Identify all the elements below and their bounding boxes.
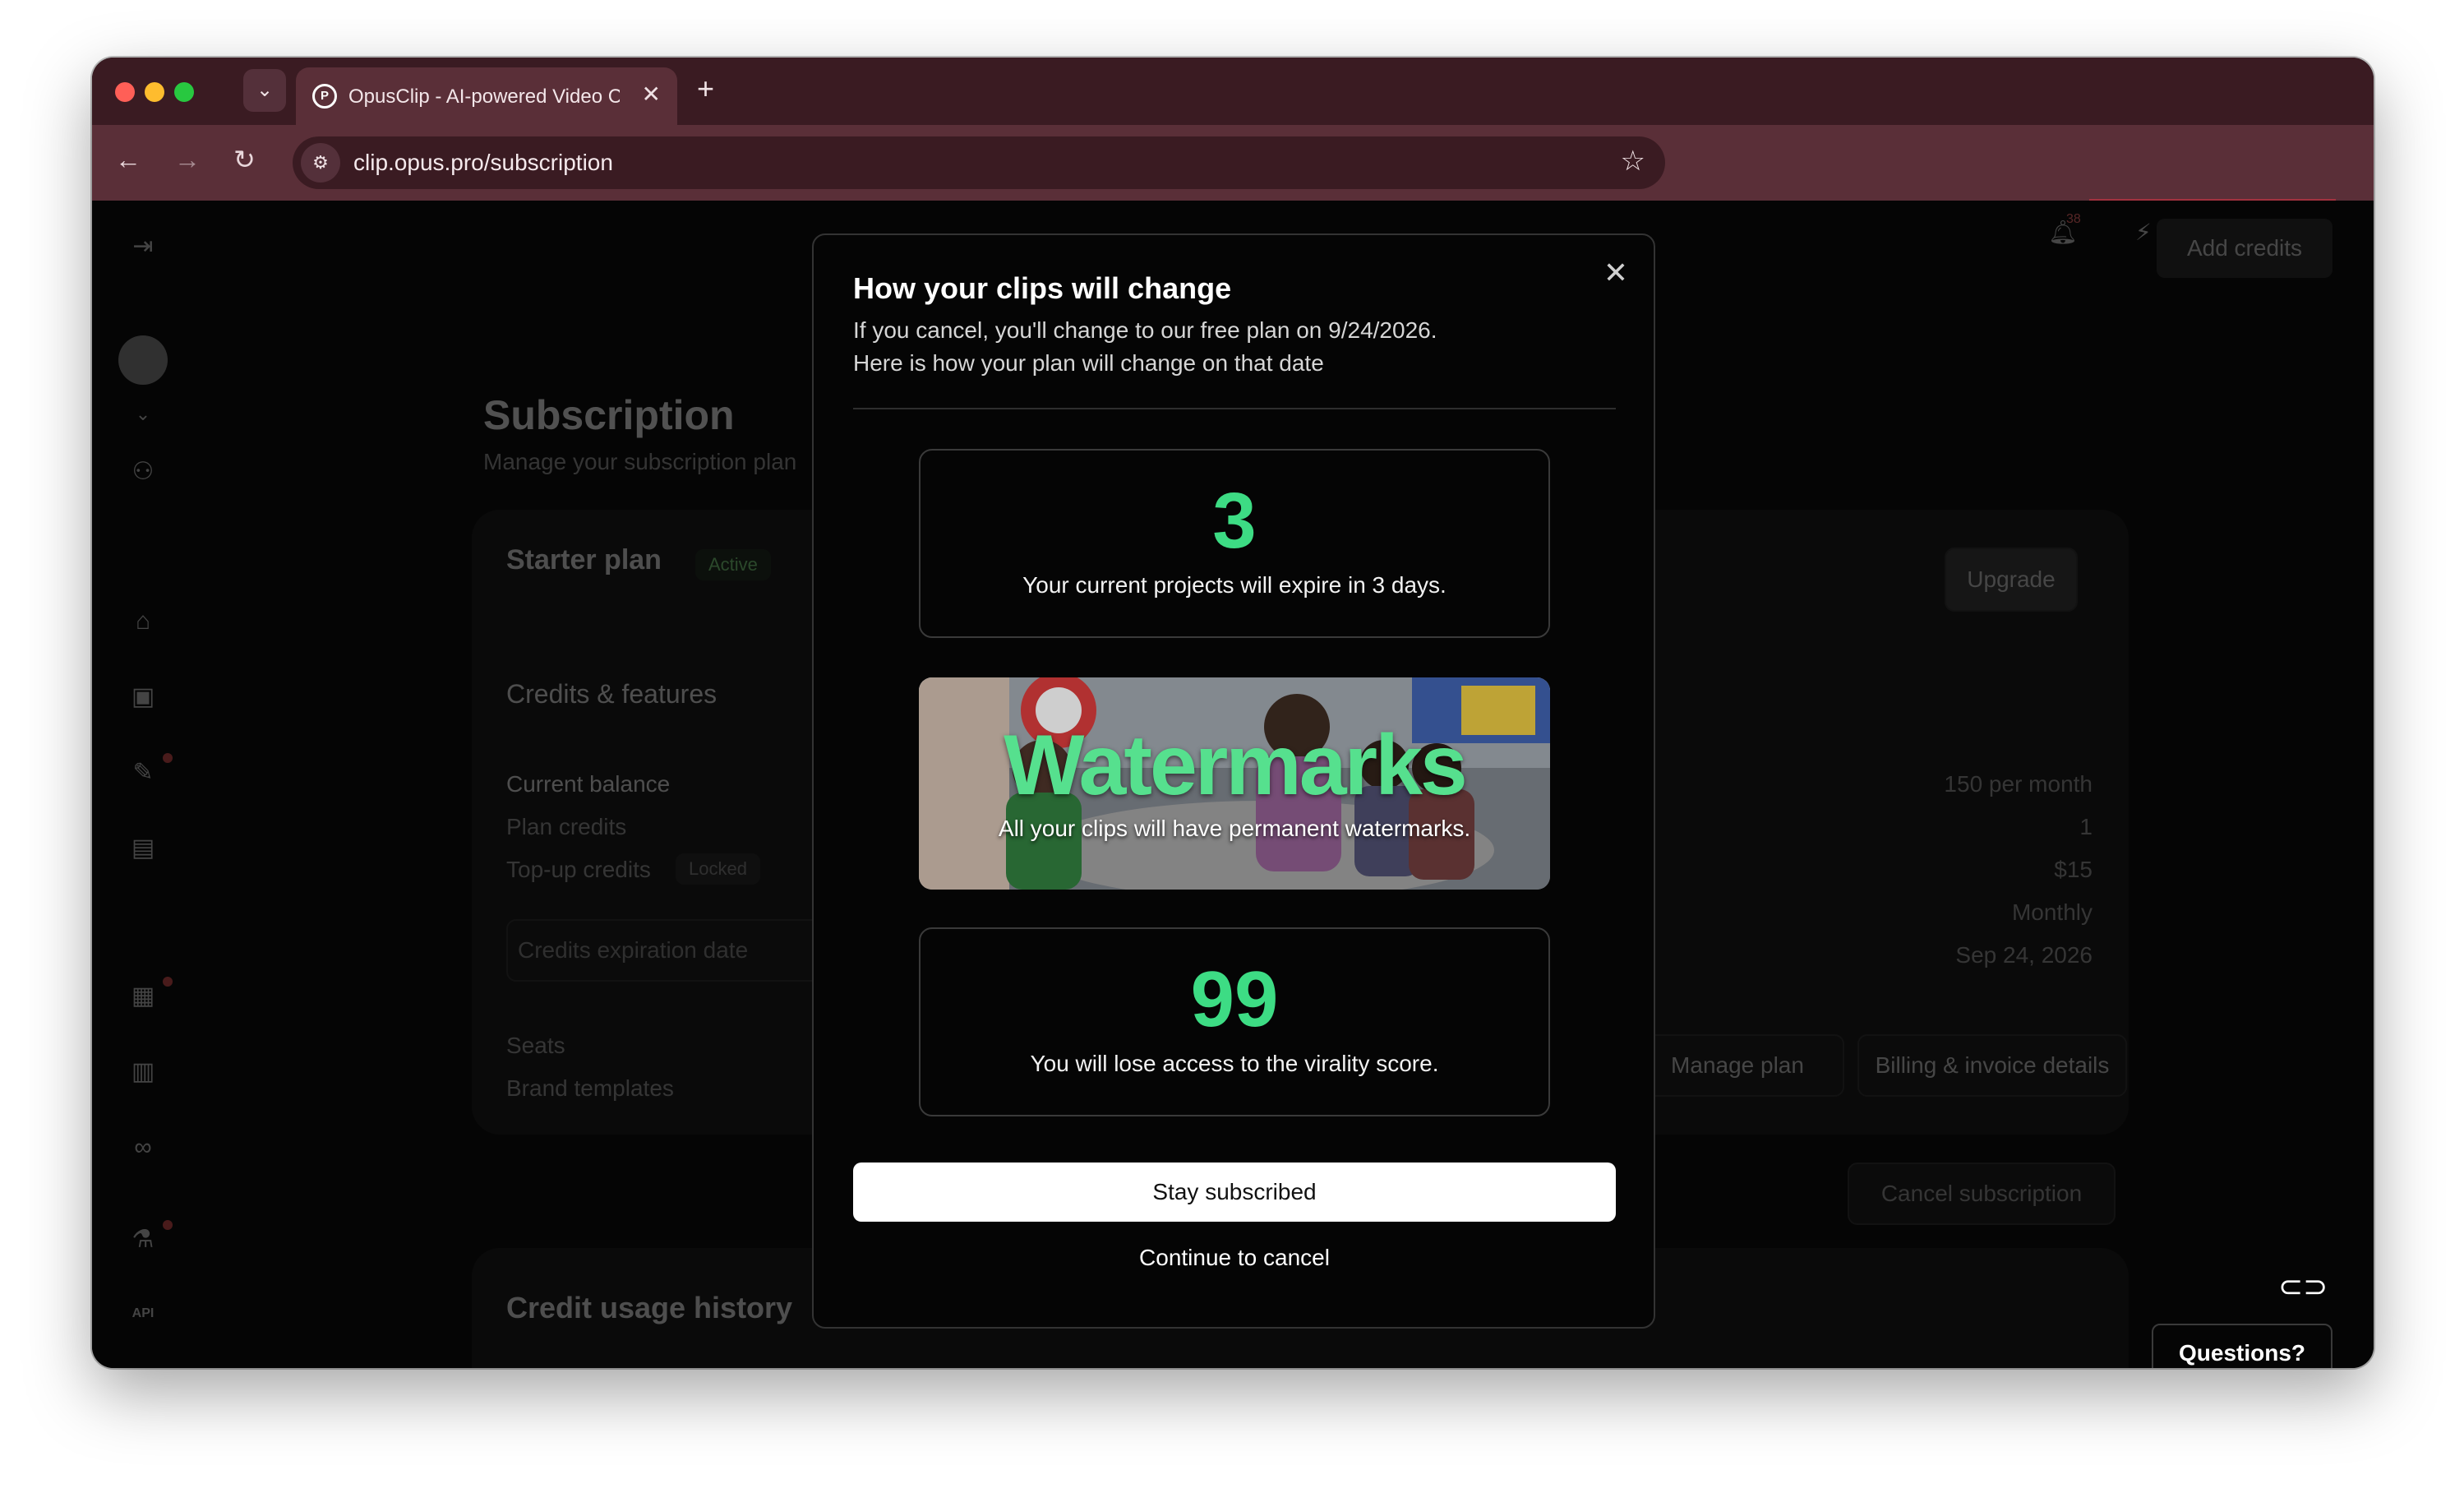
modal-description-line: If you cancel, you'll change to our free… [853, 317, 1437, 343]
forward-arrow-icon[interactable]: → [174, 143, 201, 176]
stay-subscribed-button[interactable]: Stay subscribed [853, 1163, 1616, 1222]
row-value: Sep 24, 2026 [1955, 942, 2093, 968]
expire-days-number: 3 [1212, 477, 1257, 565]
add-credits-button[interactable]: Add credits [2157, 219, 2332, 278]
url-text[interactable]: clip.opus.pro/subscription [353, 150, 613, 176]
cancel-subscription-button[interactable]: Cancel subscription [1848, 1163, 2116, 1225]
maximize-window-button[interactable] [174, 82, 194, 102]
avatar[interactable] [118, 335, 168, 385]
cancel-modal: How your clips will change If you cancel… [812, 233, 1655, 1329]
browser-toolbar: ← → ↻ ⚙ clip.opus.pro/subscription ☆ [92, 125, 2374, 201]
virality-number: 99 [1190, 955, 1279, 1043]
locked-badge: Locked [676, 853, 760, 885]
api-icon[interactable]: API [125, 1296, 161, 1332]
notification-count: 38 [2066, 212, 2081, 226]
browser-tab[interactable]: P OpusClip - AI-powered Video Clipping ✕ [296, 67, 677, 125]
link-icon[interactable]: ⊂⊃ [2278, 1269, 2328, 1304]
reload-icon[interactable]: ↻ [233, 143, 256, 176]
row-label: Brand templates [506, 1075, 674, 1101]
close-window-button[interactable] [115, 82, 135, 102]
close-tab-icon[interactable]: ✕ [642, 81, 661, 108]
manage-plan-button[interactable]: Manage plan [1631, 1034, 1844, 1097]
analytics-icon[interactable]: ▥ [125, 1054, 161, 1090]
tab-strip: ⌄ P OpusClip - AI-powered Video Clipping… [92, 58, 2374, 125]
projects-expire-card: 3 Your current projects will expire in 3… [919, 449, 1550, 638]
back-arrow-icon[interactable]: ← [115, 143, 141, 176]
app-content: ⇥ ⌄ ⚇ ⌂ ▣ ✎ ▤ ▦ ▥ ∞ ⚗ API 🔔︎ 38 ⚡︎ 234 [92, 201, 2374, 1368]
site-settings-icon[interactable]: ⚙ [301, 143, 340, 183]
questions-button[interactable]: Questions? [2152, 1324, 2332, 1368]
close-icon[interactable]: ✕ [1598, 255, 1634, 291]
watermarks-caption: All your clips will have permanent water… [998, 816, 1471, 841]
usage-title: Credit usage history [506, 1291, 793, 1324]
folder-icon[interactable]: ▤ [125, 830, 161, 867]
tab-search-dropdown[interactable]: ⌄ [243, 69, 286, 112]
page-title: Subscription [483, 392, 735, 438]
sidebar: ⇥ ⌄ ⚇ ⌂ ▣ ✎ ▤ ▦ ▥ ∞ ⚗ API [108, 212, 178, 1368]
home-icon[interactable]: ⌂ [125, 603, 161, 640]
row-value: 150 per month [1944, 771, 2093, 797]
virality-caption: You will lose access to the virality sco… [1030, 1051, 1439, 1076]
row-label: Current balance [506, 771, 671, 797]
expand-sidebar-icon[interactable]: ⇥ [125, 229, 161, 265]
add-user-icon[interactable]: ⚇ [125, 454, 161, 490]
notification-dot [163, 977, 173, 987]
link-icon[interactable]: ∞ [125, 1130, 161, 1166]
row-value: $15 [2054, 857, 2093, 882]
editor-icon[interactable]: ✎ [125, 755, 161, 791]
notification-dot [163, 1220, 173, 1230]
divider [853, 408, 1616, 409]
virality-score-card: 99 You will lose access to the virality … [919, 927, 1550, 1116]
chevron-down-icon[interactable]: ⌄ [125, 396, 161, 432]
tab-title: OpusClip - AI-powered Video Clipping [348, 86, 620, 108]
calendar-icon[interactable]: ▦ [125, 978, 161, 1015]
browser-window: ⌄ P OpusClip - AI-powered Video Clipping… [92, 58, 2374, 1368]
chevron-down-icon: ⌄ [256, 79, 274, 101]
watermarks-card: Watermarks All your clips will have perm… [919, 677, 1550, 890]
status-badge: Active [695, 549, 771, 580]
page-subtitle: Manage your subscription plan [483, 449, 797, 474]
watermarks-title: Watermarks [1004, 718, 1468, 813]
row-label: Plan credits [506, 814, 627, 839]
row-value: Monthly [2011, 899, 2093, 925]
modal-description-line: Here is how your plan will change on tha… [853, 350, 1324, 376]
bookmark-star-icon[interactable]: ☆ [1621, 145, 1645, 178]
row-label: Seats [506, 1033, 565, 1058]
opusclip-favicon-icon: P [312, 84, 337, 109]
projects-icon[interactable]: ▣ [125, 679, 161, 715]
minimize-window-button[interactable] [145, 82, 164, 102]
row-value: 1 [2079, 814, 2093, 839]
modal-title: How your clips will change [853, 271, 1232, 305]
row-label: Top-up credits [506, 857, 651, 882]
address-bar[interactable]: ⚙ clip.opus.pro/subscription ☆ [293, 136, 1665, 189]
continue-to-cancel-button[interactable]: Continue to cancel [853, 1233, 1616, 1283]
notification-dot [163, 753, 173, 763]
expire-caption: Your current projects will expire in 3 d… [1022, 572, 1447, 598]
plan-name: Starter plan [506, 544, 662, 575]
credits-expiration-field: Credits expiration date [506, 919, 835, 982]
upgrade-button[interactable]: Upgrade [1945, 548, 2078, 612]
billing-invoice-button[interactable]: Billing & invoice details [1857, 1034, 2127, 1097]
lab-flask-icon[interactable]: ⚗ [125, 1222, 161, 1258]
modal-description: If you cancel, you'll change to our free… [853, 314, 1437, 380]
section-title: Credits & features [506, 679, 718, 709]
new-tab-button[interactable]: + [697, 74, 714, 104]
lightning-icon: ⚡︎ [2135, 220, 2152, 245]
